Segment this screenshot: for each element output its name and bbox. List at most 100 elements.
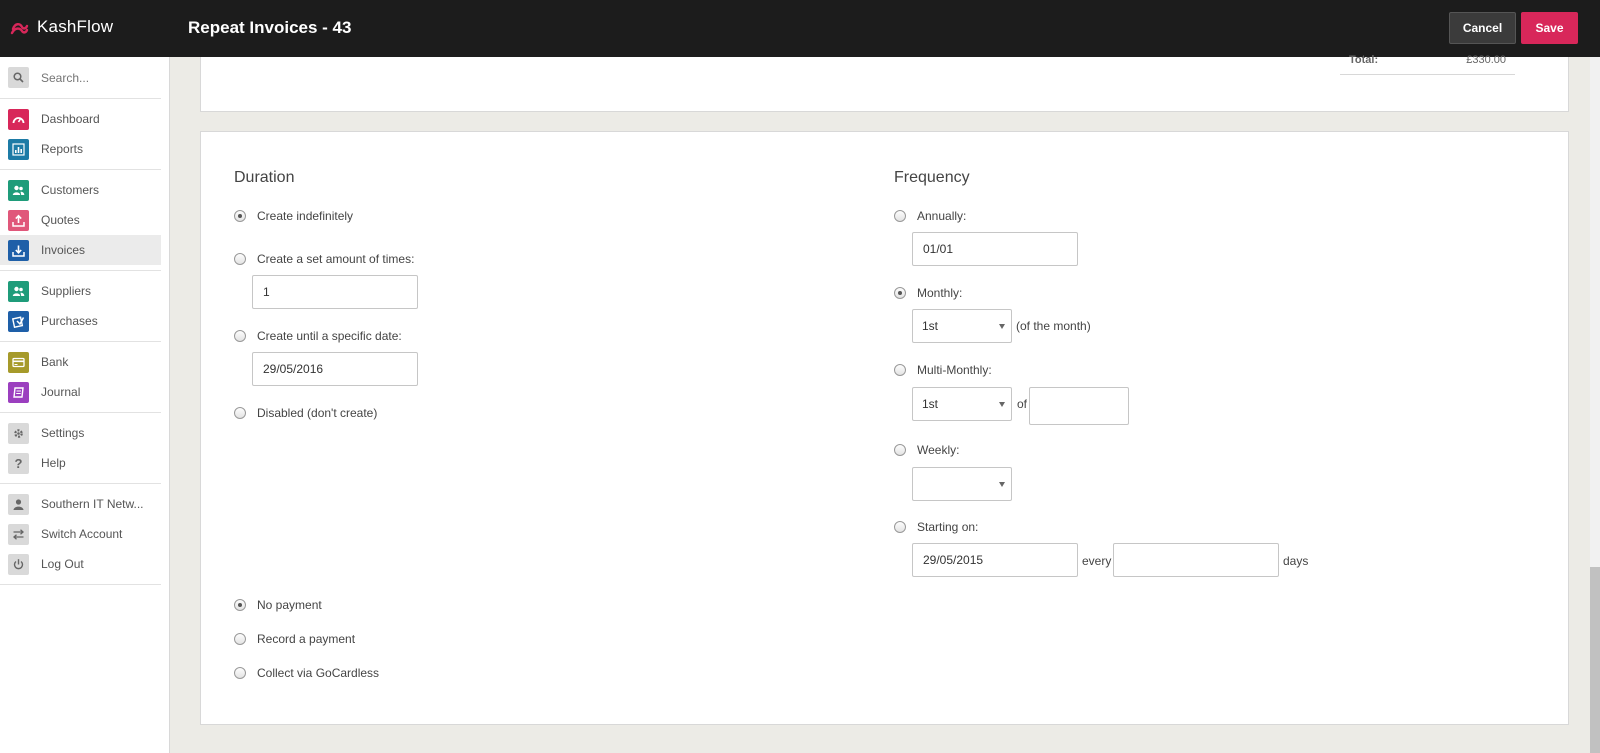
radio-button[interactable] bbox=[894, 444, 906, 456]
sidebar: Dashboard Reports Customers Quotes In bbox=[0, 57, 170, 753]
nav-group-sales: Customers Quotes Invoices bbox=[0, 170, 161, 271]
radio-button[interactable] bbox=[894, 210, 906, 222]
radio-button[interactable] bbox=[894, 521, 906, 533]
radio-button[interactable] bbox=[234, 210, 246, 222]
radio-button[interactable] bbox=[234, 633, 246, 645]
option-label: Create until a specific date: bbox=[257, 329, 402, 343]
until-date-input[interactable] bbox=[252, 352, 418, 386]
nav-group-overview: Dashboard Reports bbox=[0, 99, 161, 170]
multi-monthly-interval-input[interactable] bbox=[1029, 387, 1129, 425]
app-logo[interactable]: KashFlow bbox=[10, 17, 113, 37]
search-icon bbox=[8, 67, 29, 88]
nav-group-purchases: Suppliers Purchases bbox=[0, 271, 161, 342]
frequency-weekly-option[interactable]: Weekly: bbox=[894, 443, 959, 457]
radio-button[interactable] bbox=[894, 287, 906, 299]
sidebar-item-label: Journal bbox=[41, 385, 81, 399]
kashflow-logo-icon bbox=[10, 18, 29, 37]
radio-button[interactable] bbox=[234, 667, 246, 679]
frequency-starting-on-option[interactable]: Starting on: bbox=[894, 520, 978, 534]
sidebar-item-suppliers[interactable]: Suppliers bbox=[0, 276, 161, 306]
search-input[interactable] bbox=[41, 70, 151, 85]
option-label: Weekly: bbox=[917, 443, 960, 457]
sidebar-item-switch-account[interactable]: Switch Account bbox=[0, 519, 161, 549]
sidebar-item-settings[interactable]: Settings bbox=[0, 418, 161, 448]
duration-set-amount-option[interactable]: Create a set amount of times: bbox=[234, 252, 414, 266]
starting-on-date-input[interactable] bbox=[912, 543, 1078, 577]
duration-until-date-option[interactable]: Create until a specific date: bbox=[234, 329, 402, 343]
option-label: No payment bbox=[257, 598, 322, 612]
monthly-day-select[interactable]: 1st bbox=[912, 309, 1012, 343]
frequency-annually-option[interactable]: Annually: bbox=[894, 209, 966, 223]
speedometer-icon bbox=[8, 108, 29, 130]
sidebar-item-label: Bank bbox=[41, 355, 69, 369]
nav-group-support: Settings ? Help bbox=[0, 413, 161, 484]
sidebar-item-dashboard[interactable]: Dashboard bbox=[0, 104, 161, 134]
option-label: Create indefinitely bbox=[257, 209, 354, 223]
sidebar-item-purchases[interactable]: Purchases bbox=[0, 306, 161, 336]
option-label: Starting on: bbox=[917, 520, 979, 534]
payment-record-option[interactable]: Record a payment bbox=[234, 632, 355, 646]
duration-title: Duration bbox=[234, 169, 295, 186]
top-bar: KashFlow Repeat Invoices - 43 Cancel Sav… bbox=[0, 0, 1600, 57]
sidebar-item-log-out[interactable]: Log Out bbox=[0, 549, 161, 579]
people-icon bbox=[8, 179, 29, 201]
sidebar-item-label: Help bbox=[41, 456, 66, 470]
book-icon bbox=[8, 381, 29, 403]
chevron-down-icon bbox=[999, 482, 1005, 487]
payment-none-option[interactable]: No payment bbox=[234, 598, 322, 612]
every-label: every bbox=[1082, 554, 1112, 568]
bank-card-icon bbox=[8, 351, 29, 373]
radio-button[interactable] bbox=[234, 407, 246, 419]
sidebar-item-label: Invoices bbox=[41, 243, 86, 257]
payment-gocardless-option[interactable]: Collect via GoCardless bbox=[234, 666, 379, 680]
bar-chart-icon bbox=[8, 138, 29, 160]
sidebar-item-label: Settings bbox=[41, 426, 85, 440]
save-button[interactable]: Save bbox=[1521, 12, 1578, 44]
option-label: Disabled (don't create) bbox=[257, 406, 378, 420]
select-value: 1st bbox=[922, 319, 939, 333]
every-days-input[interactable] bbox=[1113, 543, 1279, 577]
gear-icon bbox=[8, 422, 29, 444]
monthly-suffix-label: (of the month) bbox=[1016, 319, 1091, 333]
set-amount-input[interactable] bbox=[252, 275, 418, 309]
radio-button[interactable] bbox=[234, 599, 246, 611]
radio-button[interactable] bbox=[894, 364, 906, 376]
multi-monthly-day-select[interactable]: 1st bbox=[912, 387, 1012, 421]
option-label: Multi-Monthly: bbox=[917, 363, 992, 377]
sidebar-item-customers[interactable]: Customers bbox=[0, 175, 161, 205]
sidebar-item-help[interactable]: ? Help bbox=[0, 448, 161, 478]
sidebar-item-journal[interactable]: Journal bbox=[0, 377, 161, 407]
sidebar-item-account-name[interactable]: Southern IT Netw... bbox=[0, 489, 161, 519]
sidebar-item-label: Switch Account bbox=[41, 527, 123, 541]
total-value: £330.00 bbox=[1466, 54, 1506, 66]
app-name: KashFlow bbox=[37, 17, 114, 36]
page-scrollbar[interactable] bbox=[1590, 57, 1600, 753]
multi-monthly-of-label: of bbox=[1017, 397, 1028, 411]
sidebar-item-invoices[interactable]: Invoices bbox=[0, 235, 161, 265]
purchase-icon bbox=[8, 310, 29, 332]
sidebar-item-reports[interactable]: Reports bbox=[0, 134, 161, 164]
people-icon bbox=[8, 280, 29, 302]
frequency-multi-monthly-option[interactable]: Multi-Monthly: bbox=[894, 363, 992, 377]
sidebar-item-bank[interactable]: Bank bbox=[0, 347, 161, 377]
invoice-lines-panel: Total: £330.00 bbox=[200, 54, 1569, 112]
nav-group-account: Southern IT Netw... Switch Account Log O… bbox=[0, 484, 161, 585]
radio-button[interactable] bbox=[234, 330, 246, 342]
annually-date-input[interactable] bbox=[912, 232, 1078, 266]
duration-disabled-option[interactable]: Disabled (don't create) bbox=[234, 406, 377, 420]
frequency-title: Frequency bbox=[894, 169, 970, 186]
sidebar-search bbox=[0, 57, 161, 99]
cancel-button[interactable]: Cancel bbox=[1449, 12, 1516, 44]
option-label: Create a set amount of times: bbox=[257, 252, 415, 266]
total-label: Total: bbox=[1349, 54, 1379, 66]
sidebar-item-quotes[interactable]: Quotes bbox=[0, 205, 161, 235]
question-icon: ? bbox=[8, 452, 29, 474]
option-label: Annually: bbox=[917, 209, 967, 223]
power-icon bbox=[8, 553, 29, 575]
frequency-monthly-option[interactable]: Monthly: bbox=[894, 286, 962, 300]
duration-indefinite-option[interactable]: Create indefinitely bbox=[234, 209, 353, 223]
scrollbar-thumb[interactable] bbox=[1590, 567, 1600, 753]
repeat-settings-panel: Duration Create indefinitely Create a se… bbox=[200, 131, 1569, 725]
weekly-day-select[interactable] bbox=[912, 467, 1012, 501]
radio-button[interactable] bbox=[234, 253, 246, 265]
